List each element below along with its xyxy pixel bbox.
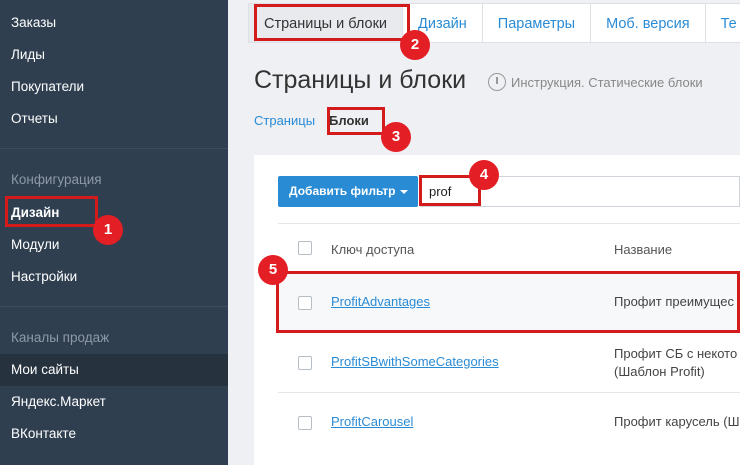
sidebar-item-leads[interactable]: Лиды <box>0 39 228 71</box>
highlight-box-design <box>5 196 98 227</box>
tab-parameters[interactable]: Параметры <box>481 3 592 43</box>
block-key-link[interactable]: ProfitSBwithSomeCategories <box>331 354 499 369</box>
tab-mobile-version[interactable]: Моб. версия <box>590 3 706 43</box>
column-header-name: Название <box>614 242 673 257</box>
sidebar-item-orders[interactable]: Заказы <box>0 7 228 39</box>
sidebar-divider <box>0 306 228 307</box>
highlight-box-blocks-subtab <box>327 107 385 135</box>
sidebar-item-settings[interactable]: Настройки <box>0 261 228 293</box>
highlight-box-pages-tab <box>254 4 410 41</box>
block-name: Профит карусель (Ш <box>614 414 740 429</box>
tab-templates[interactable]: Те <box>704 3 740 43</box>
column-header-key: Ключ доступа <box>331 242 415 257</box>
step-badge-1: 1 <box>93 215 123 245</box>
sidebar-item-my-sites[interactable]: Мои сайты <box>0 354 228 386</box>
add-filter-label: Добавить фильтр <box>289 184 396 198</box>
sidebar-divider <box>0 148 228 149</box>
highlight-box-first-row <box>276 271 740 333</box>
block-name-line2: (Шаблон Profit) <box>614 364 705 379</box>
table-header: Ключ доступа Название <box>278 224 740 272</box>
add-filter-button[interactable]: Добавить фильтр <box>278 176 418 207</box>
info-icon <box>488 73 506 91</box>
row-checkbox[interactable] <box>298 416 312 430</box>
select-all-checkbox[interactable] <box>298 241 312 255</box>
sidebar-item-vkontakte[interactable]: ВКонтакте <box>0 418 228 450</box>
caret-down-icon <box>400 189 409 194</box>
sidebar-heading-config: Конфигурация <box>11 172 102 187</box>
sidebar-heading-channels: Каналы продаж <box>11 330 110 345</box>
sidebar-item-customers[interactable]: Покупатели <box>0 71 228 103</box>
help-link[interactable]: Инструкция. Статические блоки <box>488 73 703 91</box>
step-badge-4: 4 <box>469 160 499 190</box>
help-text: Инструкция. Статические блоки <box>511 74 703 90</box>
block-name: Профит СБ с некото <box>614 346 738 361</box>
step-badge-2: 2 <box>400 30 430 60</box>
step-badge-5: 5 <box>258 255 288 285</box>
sidebar-item-reports[interactable]: Отчеты <box>0 103 228 135</box>
block-key-link[interactable]: ProfitCarousel <box>331 414 413 429</box>
blocks-table: Ключ доступа Название ProfitAdvantages П… <box>278 223 740 465</box>
step-badge-3: 3 <box>381 122 411 152</box>
main-content: Страницы и блоки Дизайн Параметры Моб. в… <box>228 0 740 465</box>
page-title: Страницы и блоки <box>254 66 467 94</box>
row-checkbox[interactable] <box>298 356 312 370</box>
subtab-pages[interactable]: Страницы <box>254 113 315 128</box>
table-row: ProfitSBwithSomeCategories Профит СБ с н… <box>278 332 740 392</box>
table-row: ProfitCarousel Профит карусель (Ш <box>278 392 740 452</box>
sidebar-item-yandex-market[interactable]: Яндекс.Маркет <box>0 386 228 418</box>
